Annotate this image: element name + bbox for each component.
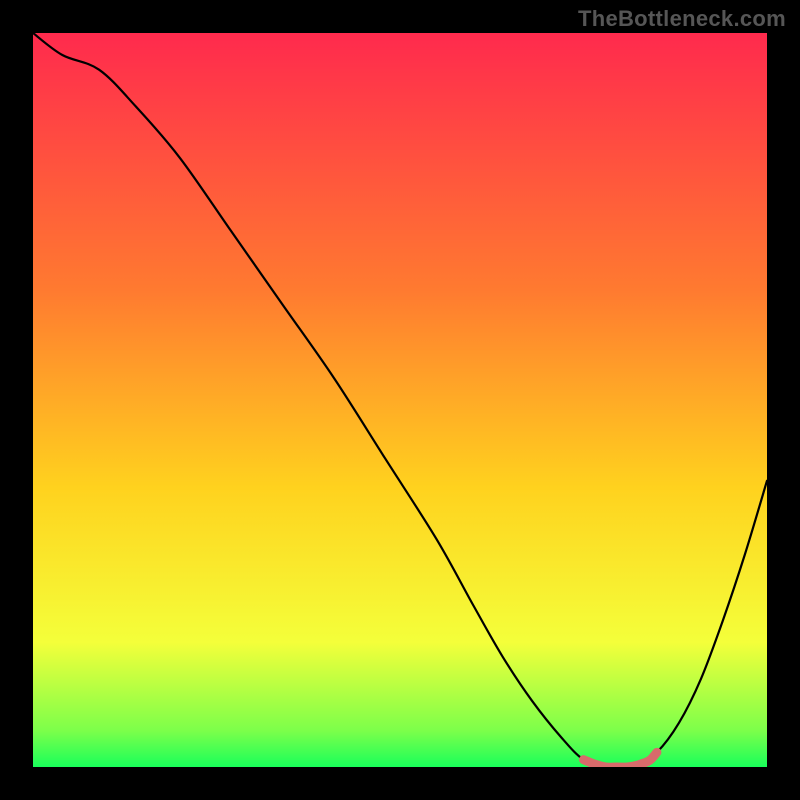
- plot-svg: [33, 33, 767, 767]
- watermark-label: TheBottleneck.com: [578, 6, 786, 32]
- gradient-background: [33, 33, 767, 767]
- plot-area: [33, 33, 767, 767]
- chart-frame: TheBottleneck.com: [0, 0, 800, 800]
